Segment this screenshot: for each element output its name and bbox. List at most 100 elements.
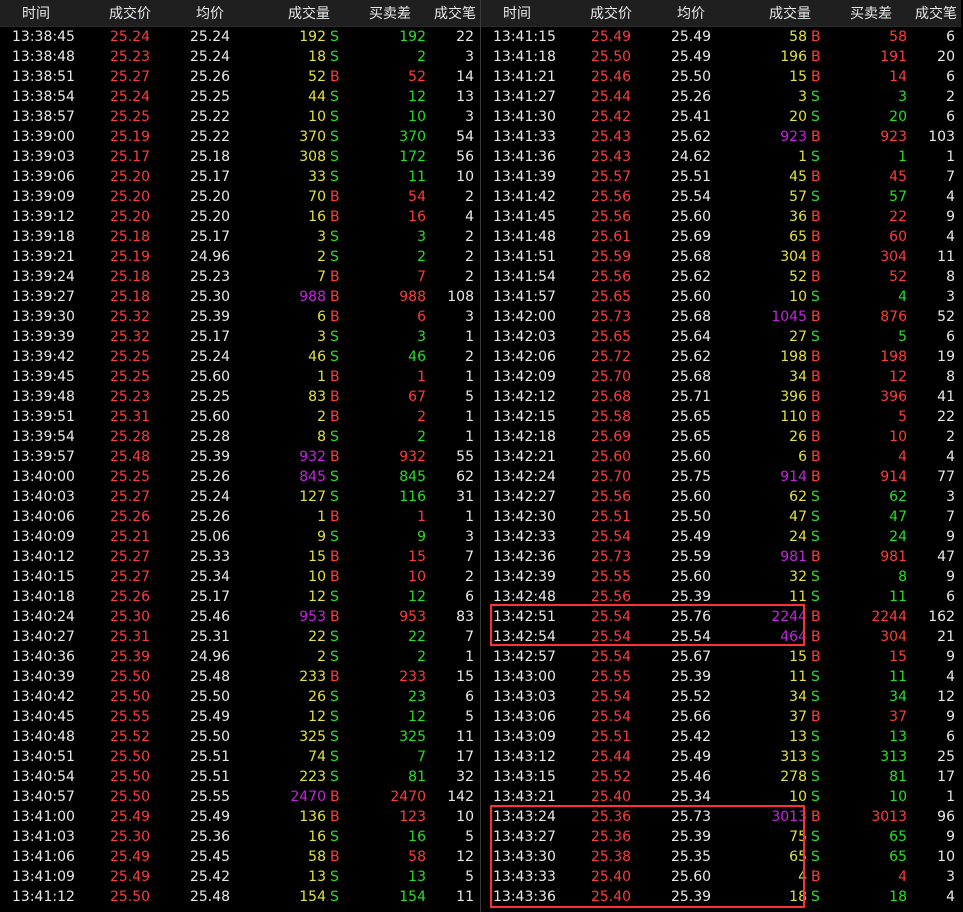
table-row[interactable]: 13:39:18 25.18 25.17 3 S 3 2 (0, 227, 480, 247)
table-row[interactable]: 13:40:51 25.50 25.51 74 S 7 17 (0, 747, 480, 767)
table-row[interactable]: 13:39:06 25.20 25.17 33 S 11 10 (0, 167, 480, 187)
table-row[interactable]: 13:39:27 25.18 25.30 988 B 988 108 (0, 287, 480, 307)
table-row[interactable]: 13:40:39 25.50 25.48 233 B 233 15 (0, 667, 480, 687)
table-row[interactable]: 13:40:27 25.31 25.31 22 S 22 7 (0, 627, 480, 647)
table-row[interactable]: 13:39:21 25.19 24.96 2 S 2 2 (0, 247, 480, 267)
table-row[interactable]: 13:40:09 25.21 25.06 9 S 9 3 (0, 527, 480, 547)
table-row[interactable]: 13:39:30 25.32 25.39 6 B 6 3 (0, 307, 480, 327)
trade-price: 25.40 (590, 889, 632, 905)
table-row[interactable]: 13:39:24 25.18 25.23 7 B 7 2 (0, 267, 480, 287)
table-row[interactable]: 13:41:09 25.49 25.42 13 S 13 5 (0, 867, 480, 887)
table-row[interactable]: 13:42:21 25.60 25.60 6 B 4 4 (481, 447, 961, 467)
table-row[interactable]: 13:42:12 25.68 25.71 396 B 396 41 (481, 387, 961, 407)
table-row[interactable]: 13:42:24 25.70 25.75 914 B 914 77 (481, 467, 961, 487)
table-row[interactable]: 13:41:21 25.46 25.50 15 B 14 6 (481, 67, 961, 87)
table-row[interactable]: 13:40:00 25.25 25.26 845 S 845 62 (0, 467, 480, 487)
table-row[interactable]: 13:42:30 25.51 25.50 47 S 47 7 (481, 507, 961, 527)
table-row[interactable]: 13:41:48 25.61 25.69 65 B 60 4 (481, 227, 961, 247)
table-row[interactable]: 13:41:57 25.65 25.60 10 S 4 3 (481, 287, 961, 307)
table-row[interactable]: 13:42:39 25.55 25.60 32 S 8 9 (481, 567, 961, 587)
trade-volume: 127 (299, 489, 326, 505)
table-row[interactable]: 13:41:33 25.43 25.62 923 B 923 103 (481, 127, 961, 147)
table-row[interactable]: 13:43:27 25.36 25.39 75 S 65 9 (481, 827, 961, 847)
table-row[interactable]: 13:39:00 25.19 25.22 370 S 370 54 (0, 127, 480, 147)
table-row[interactable]: 13:38:48 25.23 25.24 18 S 2 3 (0, 47, 480, 67)
table-row[interactable]: 13:40:36 25.39 24.96 2 S 2 1 (0, 647, 480, 667)
table-row[interactable]: 13:43:12 25.44 25.49 313 S 313 25 (481, 747, 961, 767)
table-row[interactable]: 13:43:15 25.52 25.46 278 S 81 17 (481, 767, 961, 787)
table-row[interactable]: 13:40:57 25.50 25.55 2470 B 2470 142 (0, 787, 480, 807)
table-row[interactable]: 13:42:57 25.54 25.67 15 B 15 9 (481, 647, 961, 667)
table-row[interactable]: 13:39:48 25.23 25.25 83 B 67 5 (0, 387, 480, 407)
table-row[interactable]: 13:39:54 25.28 25.28 8 S 2 1 (0, 427, 480, 447)
table-row[interactable]: 13:40:54 25.50 25.51 223 S 81 32 (0, 767, 480, 787)
trade-count: 1 (465, 369, 474, 385)
table-row[interactable]: 13:41:42 25.56 25.54 57 S 57 4 (481, 187, 961, 207)
table-row[interactable]: 13:41:39 25.57 25.51 45 B 45 7 (481, 167, 961, 187)
avg-price: 25.68 (670, 369, 712, 385)
table-row[interactable]: 13:42:18 25.69 25.65 26 B 10 2 (481, 427, 961, 447)
table-row[interactable]: 13:41:00 25.49 25.49 136 B 123 10 (0, 807, 480, 827)
trade-time: 13:42:54 (493, 629, 556, 645)
table-row[interactable]: 13:43:30 25.38 25.35 65 S 65 10 (481, 847, 961, 867)
avg-price: 25.23 (189, 269, 231, 285)
table-row[interactable]: 13:42:00 25.73 25.68 1045 B 876 52 (481, 307, 961, 327)
avg-price: 25.48 (189, 889, 231, 905)
avg-price: 25.42 (189, 869, 231, 885)
table-row[interactable]: 13:41:51 25.59 25.68 304 B 304 11 (481, 247, 961, 267)
table-row[interactable]: 13:43:24 25.36 25.73 3013 B 3013 96 (481, 807, 961, 827)
table-row[interactable]: 13:39:51 25.31 25.60 2 B 2 1 (0, 407, 480, 427)
table-row[interactable]: 13:42:27 25.56 25.60 62 S 62 3 (481, 487, 961, 507)
table-row[interactable]: 13:40:42 25.50 25.50 26 S 23 6 (0, 687, 480, 707)
table-row[interactable]: 13:39:42 25.25 25.24 46 S 46 2 (0, 347, 480, 367)
table-row[interactable]: 13:38:54 25.24 25.25 44 S 12 13 (0, 87, 480, 107)
table-row[interactable]: 13:42:48 25.56 25.39 11 S 11 6 (481, 587, 961, 607)
table-row[interactable]: 13:41:18 25.50 25.49 196 B 191 20 (481, 47, 961, 67)
table-row[interactable]: 13:42:03 25.65 25.64 27 S 5 6 (481, 327, 961, 347)
table-row[interactable]: 13:39:09 25.20 25.20 70 B 54 2 (0, 187, 480, 207)
table-row[interactable]: 13:41:36 25.43 24.62 1 S 1 1 (481, 147, 961, 167)
table-row[interactable]: 13:40:03 25.27 25.24 127 S 116 31 (0, 487, 480, 507)
trade-time: 13:40:03 (12, 489, 75, 505)
table-row[interactable]: 13:39:45 25.25 25.60 1 B 1 1 (0, 367, 480, 387)
table-row[interactable]: 13:42:09 25.70 25.68 34 B 12 8 (481, 367, 961, 387)
table-row[interactable]: 13:39:12 25.20 25.20 16 B 16 4 (0, 207, 480, 227)
table-row[interactable]: 13:40:45 25.55 25.49 12 S 12 5 (0, 707, 480, 727)
table-row[interactable]: 13:38:57 25.25 25.22 10 S 10 3 (0, 107, 480, 127)
table-row[interactable]: 13:40:18 25.26 25.17 12 S 12 6 (0, 587, 480, 607)
table-row[interactable]: 13:42:54 25.54 25.54 464 B 304 21 (481, 627, 961, 647)
table-row[interactable]: 13:40:48 25.52 25.50 325 S 325 11 (0, 727, 480, 747)
table-row[interactable]: 13:40:12 25.27 25.33 15 B 15 7 (0, 547, 480, 567)
table-row[interactable]: 13:41:03 25.30 25.36 16 S 16 5 (0, 827, 480, 847)
table-row[interactable]: 13:43:03 25.54 25.52 34 S 34 12 (481, 687, 961, 707)
table-row[interactable]: 13:42:15 25.58 25.65 110 B 5 22 (481, 407, 961, 427)
table-row[interactable]: 13:43:06 25.54 25.66 37 B 37 9 (481, 707, 961, 727)
table-row[interactable]: 13:40:15 25.27 25.34 10 B 10 2 (0, 567, 480, 587)
table-row[interactable]: 13:41:15 25.49 25.49 58 B 58 6 (481, 27, 961, 47)
avg-price: 25.62 (670, 129, 712, 145)
table-row[interactable]: 13:41:06 25.49 25.45 58 B 58 12 (0, 847, 480, 867)
table-row[interactable]: 13:42:33 25.54 25.49 24 S 24 9 (481, 527, 961, 547)
table-row[interactable]: 13:40:06 25.26 25.26 1 B 1 1 (0, 507, 480, 527)
table-row[interactable]: 13:39:57 25.48 25.39 932 B 932 55 (0, 447, 480, 467)
table-row[interactable]: 13:39:03 25.17 25.18 308 S 172 56 (0, 147, 480, 167)
table-row[interactable]: 13:41:12 25.50 25.48 154 S 154 11 (0, 887, 480, 907)
table-row[interactable]: 13:38:51 25.27 25.26 52 B 52 14 (0, 67, 480, 87)
table-row[interactable]: 13:41:27 25.44 25.26 3 S 3 2 (481, 87, 961, 107)
table-row[interactable]: 13:43:00 25.55 25.39 11 S 11 4 (481, 667, 961, 687)
table-row[interactable]: 13:43:33 25.40 25.60 4 B 4 3 (481, 867, 961, 887)
trade-count: 6 (946, 69, 955, 85)
table-row[interactable]: 13:43:09 25.51 25.42 13 S 13 6 (481, 727, 961, 747)
table-row[interactable]: 13:40:24 25.30 25.46 953 B 953 83 (0, 607, 480, 627)
trade-volume: 65 (789, 849, 807, 865)
table-row[interactable]: 13:41:30 25.42 25.41 20 S 20 6 (481, 107, 961, 127)
table-row[interactable]: 13:38:45 25.24 25.24 192 S 192 22 (0, 27, 480, 47)
table-row[interactable]: 13:41:45 25.56 25.60 36 B 22 9 (481, 207, 961, 227)
table-row[interactable]: 13:43:36 25.40 25.39 18 S 18 4 (481, 887, 961, 907)
table-row[interactable]: 13:39:39 25.32 25.17 3 S 3 1 (0, 327, 480, 347)
table-row[interactable]: 13:42:06 25.72 25.62 198 B 198 19 (481, 347, 961, 367)
table-row[interactable]: 13:42:36 25.73 25.59 981 B 981 47 (481, 547, 961, 567)
table-row[interactable]: 13:43:21 25.40 25.34 10 S 10 1 (481, 787, 961, 807)
table-row[interactable]: 13:41:54 25.56 25.62 52 B 52 8 (481, 267, 961, 287)
table-row[interactable]: 13:42:51 25.54 25.76 2244 B 2244 162 (481, 607, 961, 627)
